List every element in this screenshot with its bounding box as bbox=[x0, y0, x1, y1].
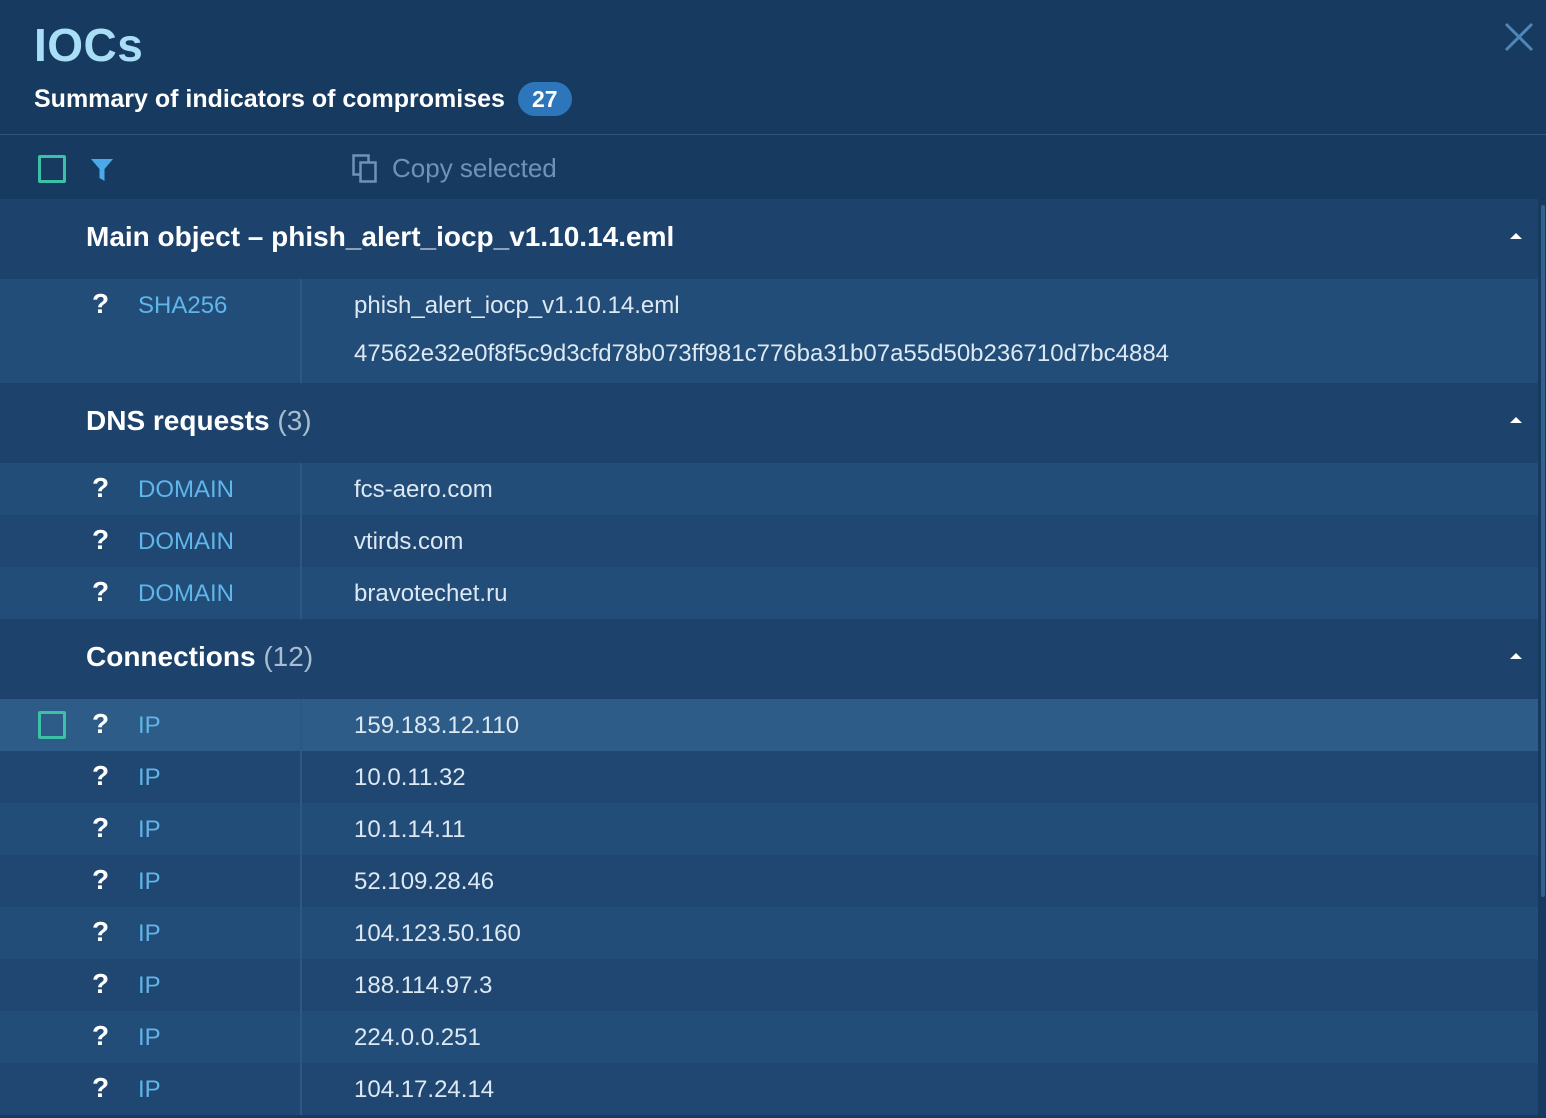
ioc-value: phish_alert_iocp_v1.10.14.eml bbox=[354, 292, 680, 319]
column-divider bbox=[300, 279, 302, 383]
chevron-up-icon[interactable] bbox=[1508, 231, 1524, 241]
section-connections[interactable]: Connections (12) bbox=[0, 619, 1538, 699]
unknown-status-icon[interactable]: ? bbox=[92, 916, 109, 948]
section-dns-requests[interactable]: DNS requests (3) bbox=[0, 383, 1538, 463]
unknown-status-icon[interactable]: ? bbox=[92, 708, 109, 740]
section-title: DNS requests (3) bbox=[86, 405, 312, 437]
close-icon bbox=[1504, 22, 1534, 52]
column-divider bbox=[300, 515, 302, 567]
ioc-value: 10.1.14.11 bbox=[354, 816, 466, 843]
ioc-type: IP bbox=[138, 1024, 161, 1051]
column-divider bbox=[300, 699, 302, 751]
ioc-type: DOMAIN bbox=[138, 528, 234, 555]
ioc-type: IP bbox=[138, 868, 161, 895]
ioc-value: 10.0.11.32 bbox=[354, 764, 466, 791]
ioc-count-badge: 27 bbox=[517, 82, 572, 116]
column-divider bbox=[300, 751, 302, 803]
subtitle-text: Summary of indicators of compromises bbox=[34, 84, 505, 113]
chevron-up-icon[interactable] bbox=[1508, 415, 1524, 425]
unknown-status-icon[interactable]: ? bbox=[92, 1072, 109, 1104]
panel-header: IOCs Summary of indicators of compromise… bbox=[0, 0, 1546, 135]
unknown-status-icon[interactable]: ? bbox=[92, 472, 109, 504]
row-checkbox[interactable] bbox=[38, 711, 66, 739]
ioc-row[interactable]: ? DOMAIN bravotechet.ru bbox=[0, 567, 1538, 619]
ioc-row[interactable]: ? IP 104.123.50.160 bbox=[0, 907, 1538, 959]
unknown-status-icon[interactable]: ? bbox=[92, 1020, 109, 1052]
column-divider bbox=[300, 1063, 302, 1115]
ioc-row[interactable]: ? IP 159.183.12.110 bbox=[0, 699, 1538, 751]
ioc-row[interactable]: ? IP 52.109.28.46 bbox=[0, 855, 1538, 907]
column-divider bbox=[300, 463, 302, 515]
close-button[interactable] bbox=[1502, 20, 1536, 54]
column-divider bbox=[300, 803, 302, 855]
select-all-checkbox[interactable] bbox=[38, 155, 66, 183]
copy-icon bbox=[352, 153, 377, 183]
ioc-type: IP bbox=[138, 816, 161, 843]
ioc-type: IP bbox=[138, 764, 161, 791]
column-divider bbox=[300, 959, 302, 1011]
ioc-type: IP bbox=[138, 920, 161, 947]
filter-icon bbox=[91, 159, 113, 181]
ioc-value: 188.114.97.3 bbox=[354, 972, 493, 999]
unknown-status-icon[interactable]: ? bbox=[92, 812, 109, 844]
ioc-row[interactable]: ? IP 10.0.11.32 bbox=[0, 751, 1538, 803]
section-title: Main object – phish_alert_iocp_v1.10.14.… bbox=[86, 221, 675, 252]
ioc-value: bravotechet.ru bbox=[354, 580, 508, 607]
section-count: (12) bbox=[263, 641, 314, 672]
toolbar: Copy selected bbox=[0, 135, 1546, 199]
ioc-hash: 47562e32e0f8f5c9d3cfd78b073ff981c776ba31… bbox=[354, 340, 1170, 367]
unknown-status-icon[interactable]: ? bbox=[92, 864, 109, 896]
copy-selected-label: Copy selected bbox=[392, 153, 557, 183]
unknown-status-icon[interactable]: ? bbox=[92, 760, 109, 792]
column-divider bbox=[300, 907, 302, 959]
ioc-value: 104.123.50.160 bbox=[354, 920, 521, 947]
ioc-row[interactable]: ? IP 10.1.14.11 bbox=[0, 803, 1538, 855]
unknown-status-icon[interactable]: ? bbox=[92, 968, 109, 1000]
unknown-status-icon[interactable]: ? bbox=[92, 288, 109, 320]
ioc-type: DOMAIN bbox=[138, 476, 234, 503]
section-title: Connections (12) bbox=[86, 641, 313, 673]
ioc-value: 159.183.12.110 bbox=[354, 712, 520, 739]
ioc-list: Main object – phish_alert_iocp_v1.10.14.… bbox=[0, 199, 1538, 1118]
ioc-value: 52.109.28.46 bbox=[354, 868, 495, 895]
filter-button[interactable] bbox=[90, 157, 114, 183]
column-divider bbox=[300, 567, 302, 619]
ioc-row[interactable]: ? IP 188.114.97.3 bbox=[0, 959, 1538, 1011]
ioc-row[interactable]: ? SHA256 phish_alert_iocp_v1.10.14.eml 4… bbox=[0, 279, 1538, 383]
ioc-value: fcs-aero.com bbox=[354, 476, 493, 503]
ioc-value: 224.0.0.251 bbox=[354, 1024, 481, 1051]
section-main-object[interactable]: Main object – phish_alert_iocp_v1.10.14.… bbox=[0, 199, 1538, 279]
ioc-value: vtirds.com bbox=[354, 528, 464, 555]
ioc-row[interactable]: ? IP 224.0.0.251 bbox=[0, 1011, 1538, 1063]
section-count: (3) bbox=[277, 405, 312, 436]
ioc-type: IP bbox=[138, 972, 161, 999]
ioc-type: DOMAIN bbox=[138, 580, 234, 607]
ioc-value: 104.17.24.14 bbox=[354, 1076, 495, 1103]
ioc-row[interactable]: ? IP 104.17.24.14 bbox=[0, 1063, 1538, 1115]
ioc-type: IP bbox=[138, 1076, 161, 1103]
ioc-row[interactable]: ? DOMAIN vtirds.com bbox=[0, 515, 1538, 567]
page-title: IOCs bbox=[34, 19, 144, 71]
column-divider bbox=[300, 855, 302, 907]
scrollbar-thumb[interactable] bbox=[1541, 205, 1545, 897]
ioc-row[interactable]: ? DOMAIN fcs-aero.com bbox=[0, 463, 1538, 515]
unknown-status-icon[interactable]: ? bbox=[92, 576, 109, 608]
copy-selected-button[interactable]: Copy selected bbox=[352, 153, 557, 184]
page-subtitle: Summary of indicators of compromises 27 bbox=[34, 82, 572, 116]
ioc-type: SHA256 bbox=[138, 292, 228, 319]
ioc-type: IP bbox=[138, 712, 161, 739]
column-divider bbox=[300, 1011, 302, 1063]
section-title-text: Connections bbox=[86, 641, 256, 672]
chevron-up-icon[interactable] bbox=[1508, 651, 1524, 661]
section-title-text: DNS requests bbox=[86, 405, 270, 436]
unknown-status-icon[interactable]: ? bbox=[92, 524, 109, 556]
